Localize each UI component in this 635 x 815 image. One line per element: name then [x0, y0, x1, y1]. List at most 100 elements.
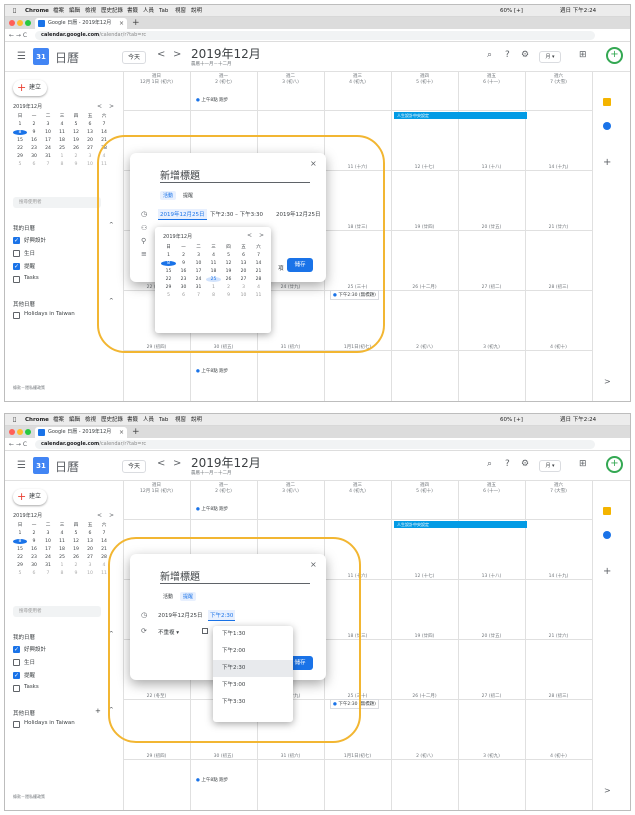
mini-day[interactable]: 1: [161, 253, 176, 258]
other-calendars-header[interactable]: 其他日曆: [13, 709, 35, 717]
mini-day[interactable]: 14: [251, 261, 266, 266]
day-cell-number[interactable]: 13 (十八): [458, 573, 525, 579]
mini-day[interactable]: 5: [69, 531, 83, 536]
create-button[interactable]: + 建立: [13, 489, 47, 505]
apple-icon[interactable]: : [13, 5, 16, 17]
zoom-window-icon[interactable]: [25, 429, 31, 435]
browser-tab[interactable]: Google 日曆 - 2019年12月 ×: [35, 18, 127, 29]
mini-day[interactable]: 3: [41, 531, 55, 536]
browser-tab[interactable]: Google 日曆 - 2019年12月 ×: [35, 427, 127, 438]
mini-day[interactable]: 7: [251, 253, 266, 258]
mini-day[interactable]: 6: [236, 253, 251, 258]
start-date-field[interactable]: 2019年12月25日: [158, 209, 207, 220]
mini-day[interactable]: 25: [55, 555, 69, 560]
mini-day[interactable]: 10: [41, 539, 55, 544]
day-cell-number[interactable]: 26 (十二月): [391, 284, 458, 290]
mini-day[interactable]: 23: [27, 555, 41, 560]
new-tab-button[interactable]: +: [132, 426, 140, 438]
mini-day[interactable]: 26: [69, 555, 83, 560]
terms-link[interactable]: 條款－隱私權政策: [13, 385, 45, 391]
mini-day[interactable]: 3: [83, 154, 97, 159]
mini-day[interactable]: 12: [69, 130, 83, 135]
calendar-checkbox[interactable]: [13, 276, 20, 283]
menu-history[interactable]: 歷史記錄: [101, 5, 123, 17]
mini-calendar-grid[interactable]: 日一二三四五六 1 2 3 4 5 6 7 8 9 10 11 12 13 14 15 16 17 18 19 20 21…: [13, 522, 111, 576]
end-date-field[interactable]: 2019年12月25日: [276, 210, 321, 218]
address-field[interactable]: calendar.google.com/calendar/r?tab=rc: [35, 31, 595, 40]
menu-people[interactable]: 人員: [143, 414, 154, 426]
mini-prev-icon[interactable]: <: [97, 512, 102, 519]
menu-chrome[interactable]: Chrome: [25, 5, 49, 17]
menu-chrome[interactable]: Chrome: [25, 414, 49, 426]
event-title-input[interactable]: 新增標題: [160, 167, 310, 183]
mini-day[interactable]: 31: [191, 285, 206, 290]
day-header[interactable]: 週一 2 (初七): [190, 483, 257, 495]
mini-day[interactable]: 8: [13, 539, 27, 544]
time-option[interactable]: 下午2:00: [213, 643, 293, 660]
mini-day[interactable]: 1: [13, 122, 27, 127]
time-option[interactable]: 下午3:30: [213, 694, 293, 711]
mini-day[interactable]: 16: [27, 547, 41, 552]
event-chip[interactable]: ● 上午8點 跑步: [196, 368, 228, 374]
mini-day[interactable]: 2: [69, 154, 83, 159]
mini-day[interactable]: 8: [55, 162, 69, 167]
picker-prev-icon[interactable]: <: [247, 232, 252, 239]
add-calendar-icon[interactable]: +: [95, 707, 101, 715]
next-month-icon[interactable]: >: [173, 458, 181, 469]
add-addon-icon[interactable]: +: [603, 566, 611, 577]
mini-day[interactable]: 15: [13, 138, 27, 143]
mini-day[interactable]: 24: [191, 277, 206, 282]
mini-day[interactable]: 30: [27, 154, 41, 159]
mini-day[interactable]: 21: [251, 269, 266, 274]
expand-panel-icon[interactable]: >: [604, 377, 611, 386]
expand-panel-icon[interactable]: >: [604, 786, 611, 795]
day-cell-number[interactable]: 26 (十二月): [391, 693, 458, 699]
keep-icon[interactable]: [603, 98, 611, 106]
time-range[interactable]: 下午2:30 – 下午3:30: [210, 210, 263, 218]
day-header[interactable]: 週四 5 (初十): [391, 74, 458, 86]
day-header[interactable]: 週六 7 (大雪): [525, 483, 592, 495]
settings-gear-icon[interactable]: ⚙: [521, 50, 529, 60]
account-avatar[interactable]: +: [606, 47, 623, 64]
day-cell-number[interactable]: 27 (初二): [458, 284, 525, 290]
day-header[interactable]: 週二 3 (初八): [257, 483, 324, 495]
mini-day[interactable]: 26: [221, 277, 236, 282]
mini-day[interactable]: 9: [221, 293, 236, 298]
mini-day[interactable]: 5: [13, 571, 27, 576]
mini-day[interactable]: 5: [161, 293, 176, 298]
mini-day[interactable]: 12: [69, 539, 83, 544]
mini-day[interactable]: 22: [13, 555, 27, 560]
mini-day[interactable]: 2: [69, 563, 83, 568]
dialog-close-icon[interactable]: ×: [310, 159, 317, 168]
menu-bookmarks[interactable]: 書籤: [127, 5, 138, 17]
time-field[interactable]: 下午2:30: [208, 610, 236, 621]
day-cell-number[interactable]: 12 (十七): [391, 573, 458, 579]
menu-tab[interactable]: Tab: [159, 414, 168, 426]
apps-grid-icon[interactable]: ⊞: [579, 459, 587, 469]
mini-day[interactable]: 14: [97, 539, 111, 544]
mini-day[interactable]: 10: [83, 162, 97, 167]
prev-month-icon[interactable]: <: [157, 458, 165, 469]
mini-day[interactable]: 3: [236, 285, 251, 290]
zoom-window-icon[interactable]: [25, 20, 31, 26]
mini-day[interactable]: 7: [97, 531, 111, 536]
mini-day[interactable]: 20: [83, 138, 97, 143]
day-header[interactable]: 週日 12月 1日 (初六): [123, 483, 190, 495]
today-button[interactable]: 今天: [122, 460, 146, 473]
mini-day[interactable]: 27: [83, 555, 97, 560]
mini-day[interactable]: 11: [55, 130, 69, 135]
menu-window[interactable]: 視窗: [175, 5, 186, 17]
day-cell-number[interactable]: 3 (初九): [458, 344, 525, 350]
address-field[interactable]: calendar.google.com/calendar/r?tab=rc: [35, 440, 595, 449]
mini-day[interactable]: 27: [83, 146, 97, 151]
mini-day[interactable]: 1: [206, 285, 221, 290]
search-icon[interactable]: ⌕: [487, 50, 492, 60]
mini-day[interactable]: 10: [83, 571, 97, 576]
close-window-icon[interactable]: [9, 429, 15, 435]
event-title-input[interactable]: 新增標題: [160, 568, 310, 584]
mini-day[interactable]: 23: [176, 277, 191, 282]
mini-next-icon[interactable]: >: [109, 103, 114, 110]
tab-reminder[interactable]: 提醒: [180, 191, 196, 200]
mini-day[interactable]: 16: [176, 269, 191, 274]
day-cell-number[interactable]: 2 (初八): [391, 753, 458, 759]
